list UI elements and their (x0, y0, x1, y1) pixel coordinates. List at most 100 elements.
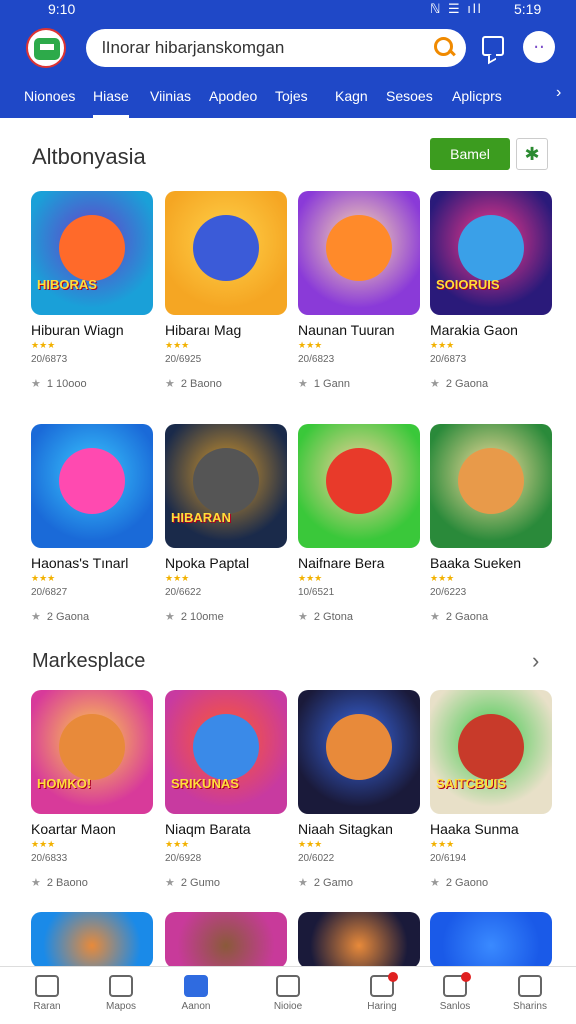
app-name: Naifnare Bera (298, 555, 385, 571)
app-thumbnail[interactable]: HOMKO! (31, 690, 153, 814)
nav-item-2[interactable]: Aanon (161, 975, 231, 1012)
star-rating-icon: ★★★ (430, 839, 455, 849)
nav-icon (109, 975, 133, 997)
status-bar: 9:10 ℕ ☰ ıll 5:19 (0, 0, 576, 20)
nav-label: Aanon (181, 1001, 211, 1012)
rating-count: 2 Baono (180, 378, 222, 390)
rating-count: 1 Gann (313, 378, 350, 390)
app-rating: ★ 2 Baono (31, 876, 153, 889)
tab-4[interactable]: Tojes (275, 88, 308, 118)
rating-count: 2 Gtona (313, 611, 354, 623)
tab-1[interactable]: Hiase (93, 88, 129, 118)
tab-0[interactable]: Nionoes (24, 88, 75, 118)
rating-count: 2 Gumo (180, 877, 221, 889)
chevron-right-icon[interactable]: › (532, 648, 539, 674)
nav-item-1[interactable]: Mapos (86, 975, 156, 1012)
app-name: Marakia Gaon (430, 322, 518, 338)
app-card[interactable]: Haonas's Tınarl ★★★ 20/6827 ★ 2 Gaona (31, 424, 153, 623)
chat-icon[interactable] (482, 36, 504, 56)
app-meta: 20/6873 (31, 354, 68, 365)
tab-7[interactable]: Aplicprs (452, 88, 502, 118)
chevron-right-icon[interactable]: › (556, 84, 561, 102)
app-thumbnail[interactable]: SOIORUIS (430, 191, 552, 315)
app-card[interactable]: Niaah Sitagkan ★★★ 20/6022 ★ 2 Gamo (298, 690, 420, 889)
app-rating: ★ 2 Baono (165, 377, 287, 390)
notification-badge (388, 972, 398, 982)
character-illustration (193, 448, 259, 514)
app-name: Npoka Paptal (165, 555, 250, 571)
nav-icon (370, 972, 398, 997)
nav-label: Sharins (513, 1001, 547, 1012)
app-card[interactable]: SAITCBUIS Haaka Sunma ★★★ 20/6194 ★ 2 Gaono (430, 690, 552, 889)
app-thumbnail[interactable]: HIBARAN (165, 424, 287, 548)
app-card[interactable]: SOIORUIS Marakia Gaon ★★★ 20/6873 ★ 2 Gaona (430, 191, 552, 390)
search-input[interactable]: lInorar hibarjanskomgan (102, 38, 426, 58)
category-tabs: Nionoes Hiase Viinias Apodeo Tojes Kagn Sesoes… (0, 80, 576, 118)
thumbnail-title: SOIORUIS (436, 277, 500, 292)
character-illustration (193, 714, 259, 780)
star-icon: ★ (430, 378, 440, 390)
character-illustration (458, 448, 524, 514)
nav-item-3[interactable]: Nioioe (253, 975, 323, 1012)
section-action-button[interactable]: Bamel (430, 138, 510, 170)
star-icon: ★ (430, 877, 440, 889)
avatar[interactable]: ⋅⋅ (523, 31, 555, 63)
star-rating-icon: ★★★ (430, 340, 455, 350)
nav-label: Nioioe (273, 1001, 303, 1012)
app-card[interactable]: Hibaraı Mag ★★★ 20/6925 ★ 2 Baono (165, 191, 287, 390)
app-thumbnail[interactable]: SAITCBUIS (430, 690, 552, 814)
character-illustration (59, 714, 125, 780)
thumbnail-title: HIBARAN (171, 510, 231, 525)
star-icon[interactable]: ✱ (516, 138, 548, 170)
search-icon[interactable] (426, 29, 466, 67)
nav-item-0[interactable]: Raran (12, 975, 82, 1012)
star-rating-icon: ★★★ (298, 340, 323, 350)
app-thumbnail[interactable] (298, 424, 420, 548)
app-thumbnail[interactable] (298, 912, 420, 968)
app-card[interactable]: SRIKUNAS Niaqm Barata ★★★ 20/6928 ★ 2 Gumo (165, 690, 287, 889)
character-illustration (193, 215, 259, 281)
nav-item-5[interactable]: Sanlos (420, 972, 490, 1012)
character-illustration (458, 215, 524, 281)
tab-6[interactable]: Sesoes (386, 88, 433, 118)
app-name: Niaqm Barata (165, 821, 251, 837)
tab-5[interactable]: Kagn (335, 88, 368, 118)
app-card[interactable]: HIBARAN Npoka Paptal ★★★ 20/6622 ★ 2 10ome (165, 424, 287, 623)
app-card[interactable]: HIBORAS Hiburan Wiagn ★★★ 20/6873 ★ 1 10ooo (31, 191, 153, 390)
tab-2[interactable]: Viinias (150, 88, 191, 118)
tab-3[interactable]: Apodeo (209, 88, 257, 118)
nav-item-6[interactable]: Sharins (495, 975, 565, 1012)
app-thumbnail[interactable] (430, 912, 552, 968)
app-card[interactable]: Naifnare Bera ★★★ 10/6521 ★ 2 Gtona (298, 424, 420, 623)
app-meta: 20/6925 (165, 354, 202, 365)
app-thumbnail[interactable] (165, 191, 287, 315)
rating-count: 2 Gaona (445, 378, 489, 390)
app-thumbnail[interactable] (298, 191, 420, 315)
app-name: Hiburan Wiagn (31, 322, 124, 338)
star-rating-icon: ★★★ (298, 573, 323, 583)
app-card[interactable]: Baaka Sueken ★★★ 20/6223 ★ 2 Gaona (430, 424, 552, 623)
rating-count: 2 Gamo (313, 877, 354, 889)
app-meta: 10/6521 (298, 587, 335, 598)
app-card[interactable]: HOMKO! Koartar Maon ★★★ 20/6833 ★ 2 Baono (31, 690, 153, 889)
app-thumbnail[interactable] (31, 912, 153, 968)
app-meta: 20/6022 (298, 853, 335, 864)
search-bar[interactable]: lInorar hibarjanskomgan (86, 29, 466, 67)
app-thumbnail[interactable] (430, 424, 552, 548)
app-meta: 20/6223 (430, 587, 467, 598)
app-thumbnail[interactable]: HIBORAS (31, 191, 153, 315)
app-thumbnail[interactable] (298, 690, 420, 814)
app-name: Haonas's Tınarl (31, 555, 129, 571)
nav-item-4[interactable]: Haring (347, 972, 417, 1012)
character-illustration (59, 448, 125, 514)
section-title: Altbonyasia (32, 144, 146, 169)
app-thumbnail[interactable] (31, 424, 153, 548)
app-logo[interactable] (26, 28, 66, 68)
thumbnail-title: SAITCBUIS (436, 776, 507, 791)
app-thumbnail[interactable]: SRIKUNAS (165, 690, 287, 814)
star-rating-icon: ★★★ (31, 340, 56, 350)
app-card[interactable]: Naunan Tuuran ★★★ 20/6823 ★ 1 Gann (298, 191, 420, 390)
rating-count: 2 Gaona (445, 611, 489, 623)
app-thumbnail[interactable] (165, 912, 287, 968)
status-time-right: 5:19 (514, 1, 542, 17)
